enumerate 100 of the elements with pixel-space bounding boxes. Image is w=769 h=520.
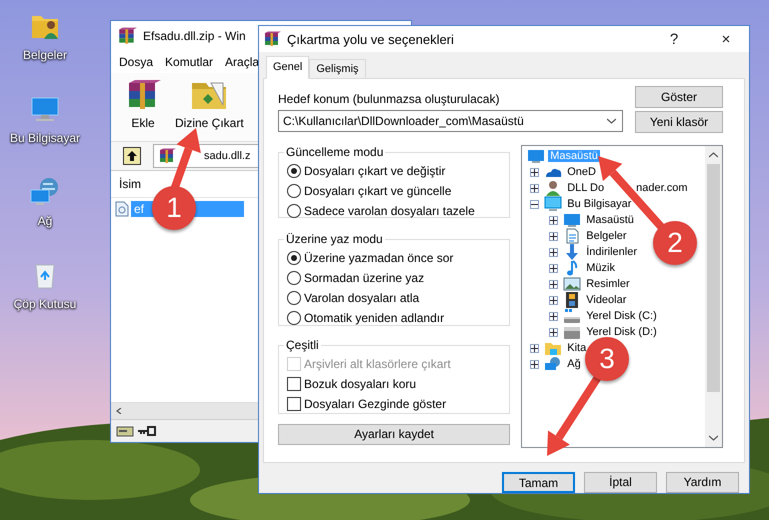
option-label: Bozuk dosyaları koru (304, 377, 416, 391)
path-combo[interactable]: C:\Kullanıcılar\DllDownloader_com\Masaüstü (278, 110, 623, 132)
plus-icon (531, 184, 538, 192)
tree-item[interactable]: İndirilenler (584, 246, 639, 258)
key-icon (138, 426, 156, 436)
menu-item[interactable]: Araçla (225, 55, 260, 69)
help-button[interactable]: ? (651, 30, 697, 48)
save-settings-button[interactable]: Ayarları kaydet (278, 424, 510, 445)
checkbox[interactable] (287, 397, 301, 411)
person-icon (544, 180, 562, 196)
menu-item[interactable]: Dosya (119, 55, 154, 69)
group-title: Güncelleme modu (285, 145, 384, 159)
archive-icon (158, 147, 176, 165)
folder-icon (544, 340, 562, 356)
expand-toggle[interactable] (530, 168, 540, 176)
plus-icon (550, 328, 558, 336)
plus-icon (550, 264, 558, 272)
drive-icon (116, 425, 134, 437)
monitor-icon (527, 148, 546, 164)
expand-toggle[interactable] (530, 344, 540, 352)
scroll-left-icon (115, 408, 124, 414)
up-button[interactable] (123, 147, 141, 165)
image-icon (563, 276, 582, 292)
close-button[interactable]: × (703, 30, 749, 48)
group-title: Üzerine yaz modu (285, 232, 384, 246)
plus-icon (531, 360, 538, 368)
expand-toggle[interactable] (530, 184, 540, 192)
tree-item[interactable]: Ağ (565, 358, 583, 370)
tree-item[interactable]: Resimler (584, 278, 632, 290)
column-header[interactable]: İsim (119, 177, 141, 191)
drive-icon (563, 324, 582, 340)
radio-button[interactable] (287, 311, 301, 325)
tree-item[interactable]: Masaüstü (584, 214, 636, 226)
network-icon (544, 356, 562, 372)
expand-toggle[interactable] (530, 360, 540, 368)
file-icon (115, 201, 129, 217)
radio-button[interactable] (287, 204, 301, 218)
option-label: Sadece varolan dosyaları tazele (304, 204, 475, 218)
toolbar-button[interactable]: Dizine Çıkart (173, 77, 246, 130)
plus-icon (550, 296, 558, 304)
plus-icon (550, 280, 558, 288)
expand-toggle[interactable] (549, 264, 558, 272)
scroll-down-icon (709, 435, 718, 441)
option-label: Dosyaları çıkart ve güncelle (304, 184, 452, 198)
radio-button[interactable] (287, 164, 301, 178)
group-title: Çeşitli (285, 338, 320, 352)
scroll-up-icon (709, 152, 718, 158)
tree-item[interactable]: Müzik (584, 262, 617, 274)
radio-button[interactable] (287, 251, 301, 265)
expand-toggle[interactable] (530, 200, 540, 208)
tab[interactable]: Genel (266, 56, 310, 79)
expand-toggle[interactable] (549, 216, 558, 224)
option-label: Sormadan üzerine yaz (304, 271, 424, 285)
tree-item[interactable]: DLL Do (565, 182, 606, 194)
tree-item[interactable]: Videolar (584, 294, 628, 306)
plus-icon (531, 168, 538, 176)
toolbar-button[interactable]: Ekle (123, 77, 163, 130)
drive-icon (563, 308, 582, 324)
dialog-title: Çıkartma yolu ve seçenekleri (287, 32, 455, 46)
field-label: Hedef konum (bulunmazsa oluşturulacak) (278, 92, 500, 106)
expand-toggle[interactable] (549, 280, 558, 288)
option-label: Arşivleri alt klasörlere çıkart (304, 357, 451, 371)
plus-icon (550, 216, 558, 224)
up-arrow-icon (127, 151, 137, 161)
window-title: Efsadu.dll.zip - Win (143, 29, 246, 43)
dialog-button[interactable]: Yardım (666, 472, 739, 493)
monitor-icon (544, 196, 562, 212)
radio-button[interactable] (287, 291, 301, 305)
side-button[interactable]: Yeni klasör (635, 111, 723, 133)
expand-toggle[interactable] (549, 232, 558, 240)
radio-button[interactable] (287, 271, 301, 285)
tree-item[interactable]: Yerel Disk (D:) (584, 326, 659, 338)
tree-item[interactable]: Belgeler (584, 230, 629, 242)
plus-icon (550, 312, 558, 320)
archive-icon (263, 30, 281, 48)
archive-icon (117, 26, 137, 46)
plus-icon (531, 344, 538, 352)
expand-toggle[interactable] (549, 248, 558, 256)
tree-item[interactable]: OneD (565, 166, 598, 178)
dialog-button[interactable]: İptal (584, 472, 657, 493)
menu-item[interactable]: Komutlar (165, 55, 214, 69)
side-button[interactable]: Göster (635, 86, 723, 108)
tree-item[interactable]: Yerel Disk (C:) (584, 310, 659, 322)
scroll-thumb[interactable] (707, 164, 720, 392)
dialog-button[interactable]: Tamam (502, 472, 575, 493)
monitor-icon (563, 212, 582, 228)
dropdown-icon (607, 118, 616, 124)
tree-item-text: nader.com (636, 182, 688, 194)
network-icon (29, 176, 61, 208)
expand-toggle[interactable] (549, 328, 558, 336)
option-label: Otomatik yeniden adlandır (304, 311, 444, 325)
plus-icon (550, 248, 558, 256)
checkbox[interactable] (287, 377, 301, 391)
tree-item[interactable]: Bu Bilgisayar (565, 198, 634, 210)
expand-toggle[interactable] (549, 296, 558, 304)
plus-icon (550, 232, 558, 240)
radio-button[interactable] (287, 184, 301, 198)
expand-toggle[interactable] (549, 312, 558, 320)
option-label: Varolan dosyaları atla (304, 291, 420, 305)
tab[interactable]: Gelişmiş (309, 59, 366, 79)
